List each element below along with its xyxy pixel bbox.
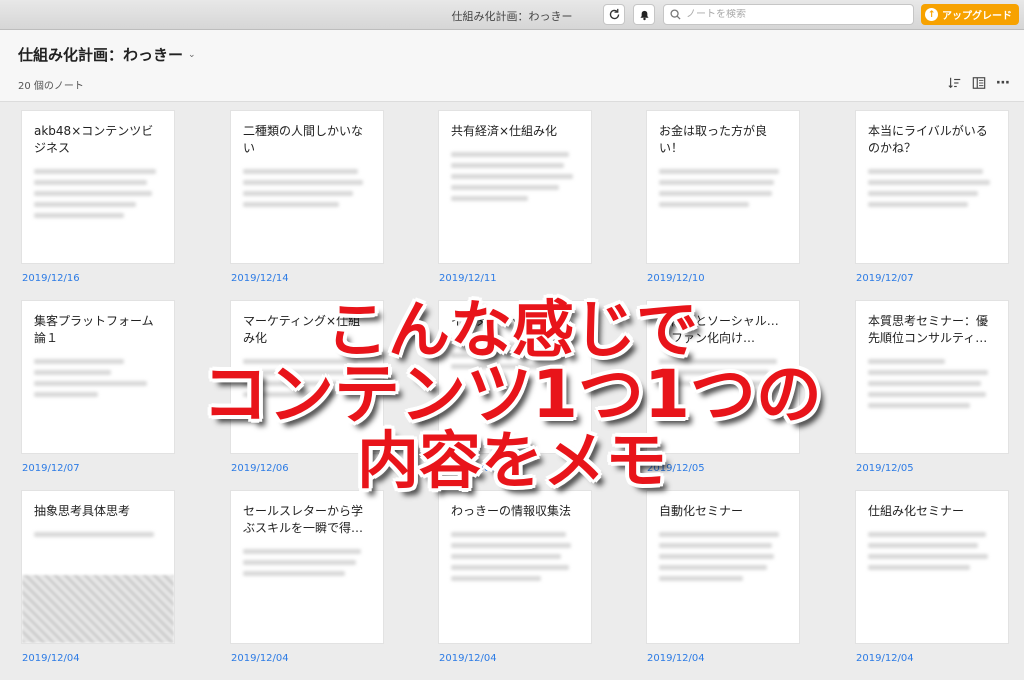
note-title: マーケティング×仕組み化 [243,314,361,345]
sort-icon [948,77,961,89]
search-box[interactable] [663,4,914,25]
notebook-header: 仕組み化計画：わっきー ⌄ 20 個のノート ⋯ [0,30,1024,102]
note-snippet [868,532,996,570]
note-card-body[interactable]: 集客プラットフォーム論１ [22,301,174,453]
note-date: 2019/12/14 [231,273,289,284]
note-card[interactable]: お金は取った方が良い！ 2019/12/10 [647,111,802,284]
note-title: 二種類の人間しかいない [243,124,364,155]
note-card[interactable]: 共有経済×仕組み化 2019/12/11 [439,111,594,284]
note-card[interactable]: 仕組み化セミナー 2019/12/04 [856,491,1011,664]
notebook-title[interactable]: 仕組み化計画：わっきー ⌄ [18,44,196,65]
note-card[interactable]: 自動化セミナー 2019/12/04 [647,491,802,664]
note-card[interactable]: わっきーの情報収集法 2019/12/04 [439,491,594,664]
sync-icon [609,8,619,20]
note-snippet [34,169,162,218]
note-card-body[interactable]: …向けとソーシャル…とファン化向け… [647,301,799,453]
note-title: 自動化セミナー [659,504,744,518]
search-icon [670,9,681,20]
note-snippet [34,359,162,397]
note-card[interactable]: 本質思考セミナー：優先順位コンサルティ… 2019/12/05 [856,301,1011,474]
note-card[interactable]: 抽象思考具体思考 2019/12/04 [22,491,177,664]
note-thumbnail [22,575,174,643]
note-snippet [868,359,996,408]
note-title: インターネット… [451,314,548,328]
upgrade-label: アップグレード [942,11,1012,22]
note-date: 2019/12/10 [647,273,705,284]
sort-button[interactable] [947,75,963,91]
note-snippet [34,532,162,537]
note-snippet [243,359,371,397]
note-card-body[interactable]: セールスレターから学ぶスキルを一瞬で得… [231,491,383,643]
note-card-body[interactable]: 仕組み化セミナー [856,491,1008,643]
note-grid: akb48×コンテンツビジネス 2019/12/16 二種類の人間しかいない 2… [0,103,1024,680]
note-card-body[interactable]: お金は取った方が良い！ [647,111,799,263]
upgrade-button[interactable]: ↑ アップグレード [921,4,1019,25]
view-toggle-button[interactable] [971,75,987,91]
title-bar: 仕組み化計画：わっきー ↑ アップグレード [0,0,1024,30]
note-snippet [451,342,579,369]
note-card-body[interactable]: 抽象思考具体思考 [22,491,174,643]
note-card-body[interactable]: わっきーの情報収集法 [439,491,591,643]
note-card[interactable]: …向けとソーシャル…とファン化向け… 2019/12/05 [647,301,802,474]
sync-button[interactable] [603,4,625,25]
bell-icon [639,10,649,21]
note-count: 20 個のノート [18,81,84,92]
note-card-body[interactable]: インターネット… [439,301,591,453]
note-card-body[interactable]: 共有経済×仕組み化 [439,111,591,263]
notification-button[interactable] [633,4,655,25]
note-title: 本質思考セミナー：優先順位コンサルティ… [868,314,989,345]
note-title: お金は取った方が良い！ [659,124,768,155]
note-date: 2019/12/04 [231,653,289,664]
chevron-down-icon: ⌄ [188,49,196,60]
note-card[interactable]: 集客プラットフォーム論１ 2019/12/07 [22,301,177,474]
note-title: 集客プラットフォーム論１ [34,314,154,345]
note-card[interactable]: インターネット… 2019/12/06 [439,301,594,474]
note-title: 本当にライバルがいるのかね？ [868,124,988,155]
note-snippet [868,169,996,207]
note-date: 2019/12/05 [647,463,705,474]
note-date: 2019/12/06 [439,463,497,474]
note-date: 2019/12/07 [856,273,914,284]
note-date: 2019/12/07 [22,463,80,474]
more-options-button[interactable]: ⋯ [995,75,1011,91]
layout-icon [972,77,986,89]
note-card[interactable]: 二種類の人間しかいない 2019/12/14 [231,111,386,284]
note-snippet [243,169,371,207]
note-snippet [659,359,787,386]
note-snippet [659,169,787,207]
note-card-body[interactable]: 本質思考セミナー：優先順位コンサルティ… [856,301,1008,453]
note-title: セールスレターから学ぶスキルを一瞬で得… [243,504,364,535]
note-date: 2019/12/04 [22,653,80,664]
note-card-body[interactable]: マーケティング×仕組み化 [231,301,383,453]
note-card[interactable]: akb48×コンテンツビジネス 2019/12/16 [22,111,177,284]
note-card-body[interactable]: akb48×コンテンツビジネス [22,111,174,263]
note-title: わっきーの情報収集法 [451,504,572,518]
note-card[interactable]: セールスレターから学ぶスキルを一瞬で得… 2019/12/04 [231,491,386,664]
note-title: 抽象思考具体思考 [34,504,131,518]
note-date: 2019/12/04 [647,653,705,664]
notebook-title-text: 仕組み化計画：わっきー [18,46,184,64]
note-date: 2019/12/05 [856,463,914,474]
note-snippet [659,532,787,581]
note-title: akb48×コンテンツビジネス [34,124,154,155]
note-card-body[interactable]: 本当にライバルがいるのかね？ [856,111,1008,263]
note-date: 2019/12/04 [439,653,497,664]
note-date: 2019/12/11 [439,273,497,284]
note-snippet [451,152,579,201]
note-card[interactable]: マーケティング×仕組み化 2019/12/06 [231,301,386,474]
note-card[interactable]: 本当にライバルがいるのかね？ 2019/12/07 [856,111,1011,284]
note-snippet [243,549,371,576]
note-title: …向けとソーシャル…とファン化向け… [659,314,779,345]
note-date: 2019/12/16 [22,273,80,284]
note-title: 仕組み化セミナー [868,504,965,518]
note-snippet [451,532,579,581]
note-card-body[interactable]: 自動化セミナー [647,491,799,643]
note-title: 共有経済×仕組み化 [451,124,558,138]
more-icon: ⋯ [996,75,1010,91]
upgrade-arrow-icon: ↑ [925,8,938,21]
note-date: 2019/12/06 [231,463,289,474]
note-date: 2019/12/04 [856,653,914,664]
search-input[interactable] [686,9,906,20]
note-card-body[interactable]: 二種類の人間しかいない [231,111,383,263]
